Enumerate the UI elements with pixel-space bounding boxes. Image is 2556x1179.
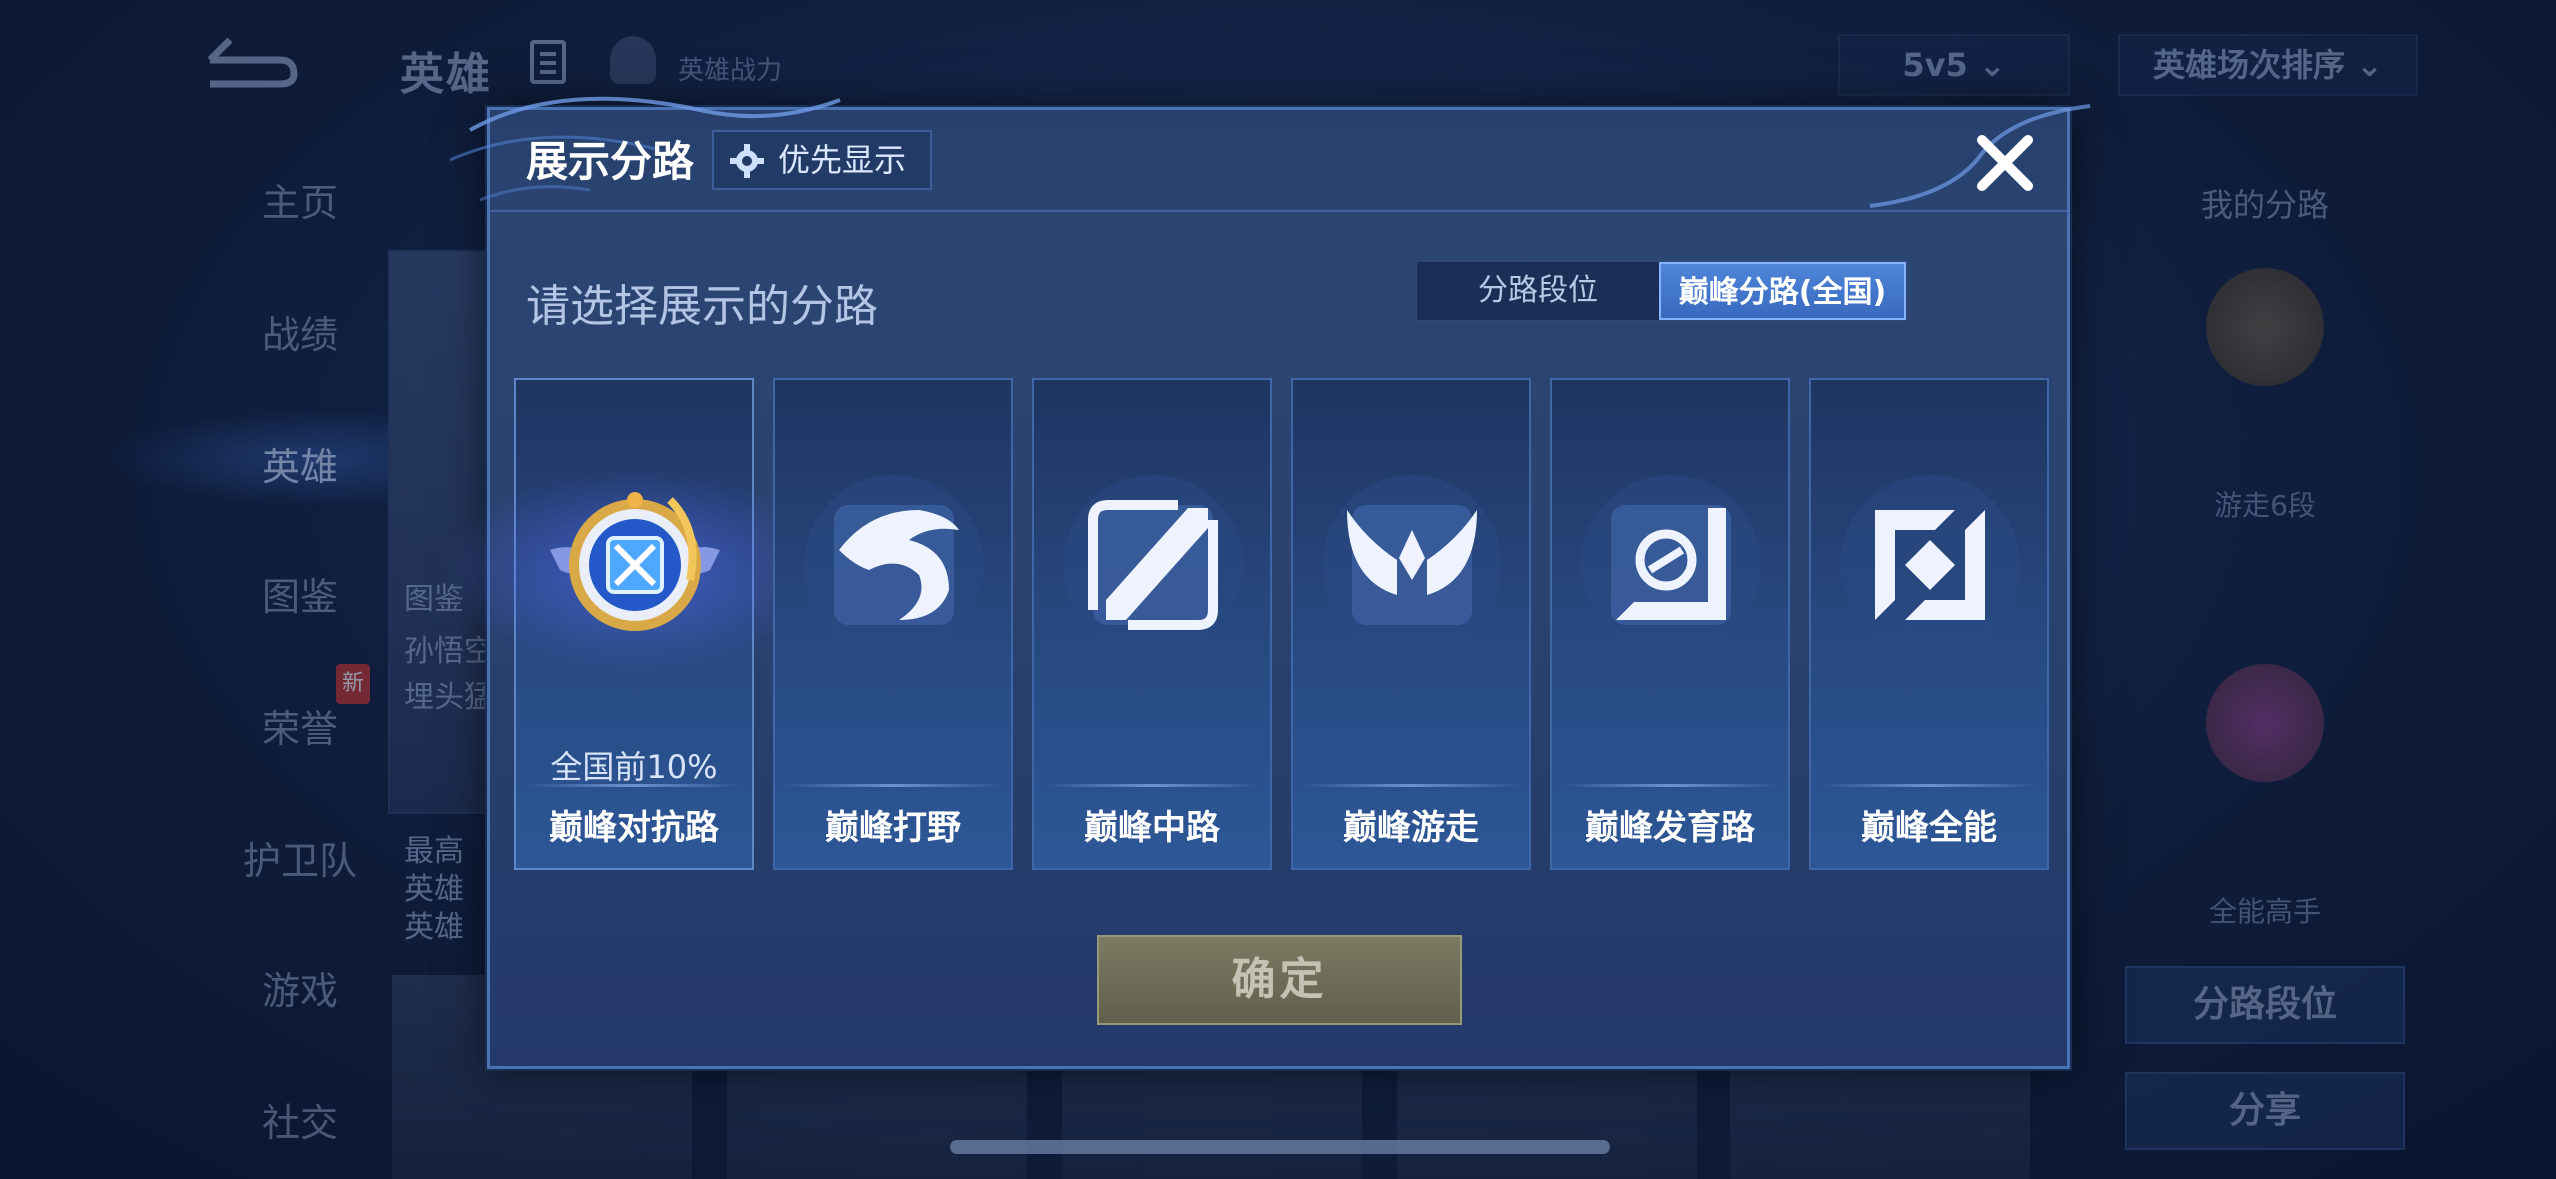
tab-lane-rank[interactable]: 分路段位 <box>1417 262 1659 320</box>
lane-card-peak-support[interactable]: 巅峰游走 <box>1291 378 1531 870</box>
allround-rank-emblem-icon <box>2206 664 2324 782</box>
divider <box>526 784 742 787</box>
dragon-icon <box>804 475 984 655</box>
my-lanes-title: 我的分路 <box>2200 186 2329 224</box>
confirm-button[interactable]: 确定 <box>1097 935 1462 1025</box>
lane-name: 巅峰全能 <box>1861 808 1997 848</box>
hero-extra-3: 英雄 <box>404 910 464 945</box>
lane-rank-button[interactable]: 分路段位 <box>2125 966 2405 1044</box>
divider <box>1562 784 1778 787</box>
lane-card-peak-allround[interactable]: 巅峰全能 <box>1809 378 2049 870</box>
lane2-label: 全能高手 <box>2208 895 2321 928</box>
lane-type-tabs: 分路段位 巅峰分路(全国) <box>1415 260 1908 322</box>
priority-display-button[interactable]: 优先显示 <box>712 130 932 190</box>
select-lane-prompt: 请选择展示的分路 <box>526 281 878 332</box>
share-button[interactable]: 分享 <box>2125 1072 2405 1150</box>
slash-icon <box>1063 475 1243 655</box>
helmet-icon <box>610 36 656 84</box>
divider <box>785 784 1001 787</box>
lane-card-peak-adc[interactable]: 巅峰发育路 <box>1550 378 1790 870</box>
support-rank-emblem-icon <box>2206 268 2324 386</box>
new-badge: 新 <box>336 664 370 704</box>
lane-name: 巅峰对抗路 <box>549 808 719 848</box>
list-icon[interactable] <box>530 40 566 84</box>
lane1-label: 游走6段 <box>2214 489 2316 522</box>
lane-name: 巅峰打野 <box>825 808 961 848</box>
divider <box>1821 784 2037 787</box>
sort-select[interactable]: 英雄场次排序 ⌄ <box>2118 34 2418 96</box>
lane-card-peak-mid[interactable]: 巅峰中路 <box>1032 378 1272 870</box>
wings-icon <box>1322 475 1502 655</box>
lane-card-peak-top[interactable]: 全国前10% 巅峰对抗路 <box>426 378 846 870</box>
dialog-title: 展示分路 <box>526 137 695 186</box>
lane-display-dialog: 展示分路 优先显示 请选择展示的分路 分路段位 巅峰分路(全国) 全国前10% … <box>426 96 2091 1069</box>
back-arrow-icon[interactable] <box>190 30 300 90</box>
divider <box>1044 784 1260 787</box>
lane-rank-label: 全国前10% <box>550 748 718 786</box>
close-icon[interactable] <box>1970 128 2040 198</box>
lane-name: 巅峰中路 <box>1084 808 1220 848</box>
sidebar-item-home[interactable]: 主页 <box>150 172 450 227</box>
tab-peak-lanes-national[interactable]: 巅峰分路(全国) <box>1659 262 1906 320</box>
divider <box>1303 784 1519 787</box>
priority-display-label: 优先显示 <box>778 141 907 179</box>
top-subtitle[interactable]: 英雄战力 <box>678 50 782 87</box>
gear-icon <box>730 144 764 178</box>
mode-select[interactable]: 5v5 ⌄ <box>1838 34 2070 96</box>
lane-card-peak-jungle[interactable]: 巅峰打野 <box>773 378 1013 870</box>
swords-emblem-icon <box>550 492 720 631</box>
lane-name: 巅峰游走 <box>1343 808 1479 848</box>
home-indicator[interactable] <box>950 1140 1610 1154</box>
diamond-icon <box>1840 475 2020 655</box>
target-icon <box>1581 475 1761 655</box>
lane-name: 巅峰发育路 <box>1585 808 1755 848</box>
